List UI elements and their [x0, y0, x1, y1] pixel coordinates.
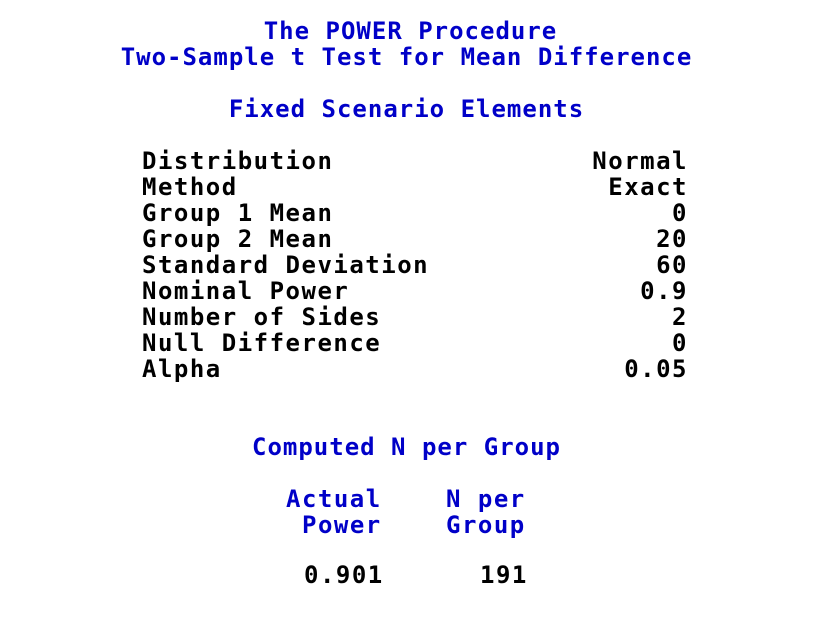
- column-header: Group: [446, 511, 526, 539]
- row-value: 0.05: [624, 355, 688, 383]
- row-label: Group 2 Mean: [142, 225, 334, 253]
- table-row: Null Difference 0: [142, 330, 688, 356]
- row-label: Alpha: [142, 355, 222, 383]
- table-row: Group 1 Mean 0: [142, 200, 688, 226]
- power-procedure-output: The POWER Procedure Two-Sample t Test fo…: [0, 0, 813, 631]
- table-row: Group 2 Mean 20: [142, 226, 688, 252]
- table-row: Method Exact: [142, 174, 688, 200]
- actual-power-column: Actual Power 0.901: [286, 486, 396, 588]
- table-row: Alpha 0.05: [142, 356, 688, 382]
- table-row: Distribution Normal: [142, 148, 688, 174]
- actual-power-value: 0.901: [304, 561, 384, 589]
- row-label: Standard Deviation: [142, 251, 430, 279]
- table-row: Number of Sides 2: [142, 304, 688, 330]
- row-label: Distribution: [142, 147, 334, 175]
- table-row: Standard Deviation 60: [142, 252, 688, 278]
- n-per-group-value: 191: [480, 561, 528, 589]
- row-label: Method: [142, 173, 238, 201]
- row-label: Number of Sides: [142, 303, 382, 331]
- row-value: 60: [656, 251, 688, 279]
- row-value: 0.9: [640, 277, 688, 305]
- n-per-group-column: N per Group 191: [446, 486, 546, 588]
- row-value: 20: [656, 225, 688, 253]
- row-value: 0: [672, 329, 688, 357]
- row-value: Normal: [592, 147, 688, 175]
- column-header: Power: [302, 511, 382, 539]
- row-value: 0: [672, 199, 688, 227]
- row-label: Group 1 Mean: [142, 199, 334, 227]
- procedure-title: The POWER Procedure: [263, 17, 558, 45]
- procedure-subtitle: Two-Sample t Test for Mean Difference: [120, 43, 693, 71]
- computed-n-heading: Computed N per Group: [252, 433, 561, 461]
- table-row: Nominal Power 0.9: [142, 278, 688, 304]
- column-header: Actual: [286, 485, 382, 513]
- row-value: 2: [672, 303, 688, 331]
- row-value: Exact: [608, 173, 688, 201]
- fixed-scenario-table: Distribution Normal Method Exact Group 1…: [142, 148, 688, 382]
- row-label: Null Difference: [142, 329, 382, 357]
- fixed-scenario-heading: Fixed Scenario Elements: [228, 95, 585, 123]
- column-header: N per: [446, 485, 526, 513]
- row-label: Nominal Power: [142, 277, 350, 305]
